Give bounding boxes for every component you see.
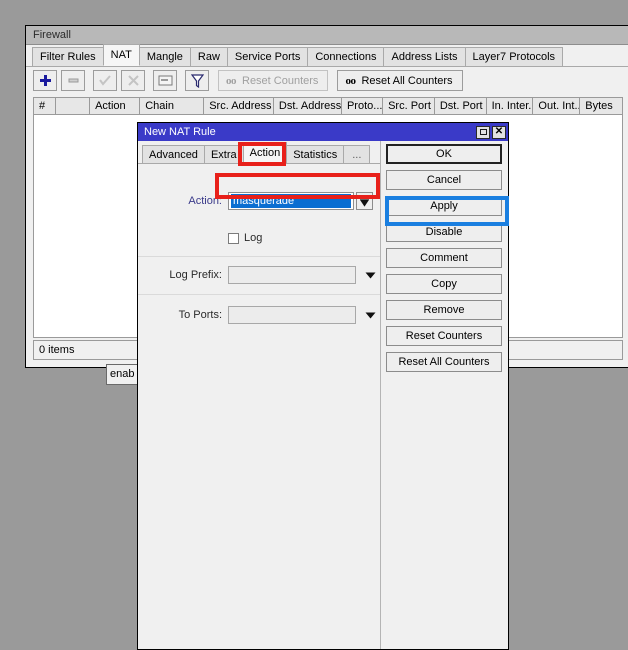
firewall-window-title: Firewall <box>33 29 71 41</box>
tab-address-lists[interactable]: Address Lists <box>383 47 465 66</box>
col-blank[interactable] <box>56 98 90 114</box>
tab-mangle[interactable]: Mangle <box>139 47 191 66</box>
col-in-interface[interactable]: In. Inter... <box>487 98 534 114</box>
tab-more[interactable]: ... <box>343 145 370 163</box>
tab-raw[interactable]: Raw <box>190 47 228 66</box>
firewall-toolbar: oo Reset Counters oo Reset All Counters <box>26 67 628 94</box>
apply-button[interactable]: Apply <box>386 196 502 216</box>
enable-check-icon[interactable] <box>93 70 117 91</box>
col-dst-port[interactable]: Dst. Port <box>435 98 487 114</box>
col-out-interface[interactable]: Out. Int... <box>533 98 580 114</box>
action-combobox[interactable]: masquerade <box>228 192 373 210</box>
chevron-down-icon-log-prefix[interactable] <box>363 266 377 284</box>
dialog-tab-strip: Advanced Extra Action Statistics ... <box>138 141 383 163</box>
remove-icon[interactable] <box>61 70 85 91</box>
remove-button[interactable]: Remove <box>386 300 502 320</box>
action-input[interactable]: masquerade <box>228 192 354 210</box>
dialog-titlebar[interactable]: New NAT Rule ✕ <box>138 123 508 141</box>
tab-extra[interactable]: Extra <box>204 145 244 163</box>
close-icon[interactable]: ✕ <box>492 126 506 139</box>
log-prefix-label: Log Prefix: <box>138 269 222 281</box>
counter-glyph-all: oo <box>345 75 355 87</box>
reset-counters-dialog-button[interactable]: Reset Counters <box>386 326 502 346</box>
col-src-port[interactable]: Src. Port <box>383 98 435 114</box>
reset-counters-label: Reset Counters <box>242 75 318 87</box>
disable-cross-icon[interactable] <box>121 70 145 91</box>
reset-all-counters-button[interactable]: oo Reset All Counters <box>337 70 462 91</box>
col-src-address[interactable]: Src. Address <box>204 98 274 114</box>
to-ports-input[interactable] <box>228 306 356 324</box>
new-nat-rule-dialog: New NAT Rule ✕ Advanced Extra Action Sta… <box>137 122 509 650</box>
dialog-button-column: OK Cancel Apply Disable Comment Copy Rem… <box>380 141 508 649</box>
action-label: Action: <box>138 195 222 207</box>
reset-counters-button[interactable]: oo Reset Counters <box>218 70 328 91</box>
comment-icon[interactable] <box>153 70 177 91</box>
log-row: Log <box>228 232 262 244</box>
restore-icon[interactable] <box>476 126 490 139</box>
log-label: Log <box>244 232 262 244</box>
log-prefix-input[interactable] <box>228 266 356 284</box>
col-chain[interactable]: Chain <box>140 98 204 114</box>
to-ports-row: To Ports: <box>138 306 377 324</box>
action-selected-value: masquerade <box>231 194 351 208</box>
tab-service-ports[interactable]: Service Ports <box>227 47 308 66</box>
log-prefix-row: Log Prefix: <box>138 266 377 284</box>
reset-all-counters-dialog-button[interactable]: Reset All Counters <box>386 352 502 372</box>
firewall-titlebar: Firewall <box>26 26 628 45</box>
col-protocol[interactable]: Proto... <box>342 98 383 114</box>
ok-button[interactable]: OK <box>386 144 502 164</box>
tab-connections[interactable]: Connections <box>307 47 384 66</box>
action-row: Action: masquerade <box>138 192 376 210</box>
counter-glyph: oo <box>226 75 236 87</box>
tab-layer7-protocols[interactable]: Layer7 Protocols <box>465 47 564 66</box>
to-ports-label: To Ports: <box>138 309 222 321</box>
filter-funnel-icon[interactable] <box>185 70 209 91</box>
col-bytes[interactable]: Bytes <box>580 98 622 114</box>
divider-1 <box>138 256 382 257</box>
chevron-down-icon-to-ports[interactable] <box>363 306 377 324</box>
reset-all-counters-label: Reset All Counters <box>361 75 452 87</box>
item-count-label: 0 items <box>39 344 74 356</box>
tab-nat[interactable]: NAT <box>103 44 140 66</box>
tab-advanced[interactable]: Advanced <box>142 145 205 163</box>
screen: Firewall Filter Rules NAT Mangle Raw Ser… <box>0 0 628 650</box>
divider-2 <box>138 294 382 295</box>
log-checkbox[interactable] <box>228 233 239 244</box>
cancel-button[interactable]: Cancel <box>386 170 502 190</box>
dialog-body: Advanced Extra Action Statistics ... Act… <box>138 141 508 649</box>
col-dst-address[interactable]: Dst. Address <box>274 98 342 114</box>
tab-filter-rules[interactable]: Filter Rules <box>32 47 104 66</box>
action-tab-panel: Action: masquerade Log <box>138 163 380 649</box>
tab-action[interactable]: Action <box>243 142 288 163</box>
col-action[interactable]: Action <box>90 98 140 114</box>
tab-statistics[interactable]: Statistics <box>286 145 344 163</box>
dialog-title: New NAT Rule <box>144 126 474 138</box>
chevron-down-icon[interactable] <box>356 192 373 210</box>
comment-button[interactable]: Comment <box>386 248 502 268</box>
add-icon[interactable] <box>33 70 57 91</box>
background-enabled-label: enab <box>110 368 134 380</box>
copy-button[interactable]: Copy <box>386 274 502 294</box>
disable-button[interactable]: Disable <box>386 222 502 242</box>
col-index[interactable]: # <box>34 98 56 114</box>
table-header-row: # Action Chain Src. Address Dst. Address… <box>34 98 622 115</box>
firewall-tab-strip: Filter Rules NAT Mangle Raw Service Port… <box>26 45 628 67</box>
